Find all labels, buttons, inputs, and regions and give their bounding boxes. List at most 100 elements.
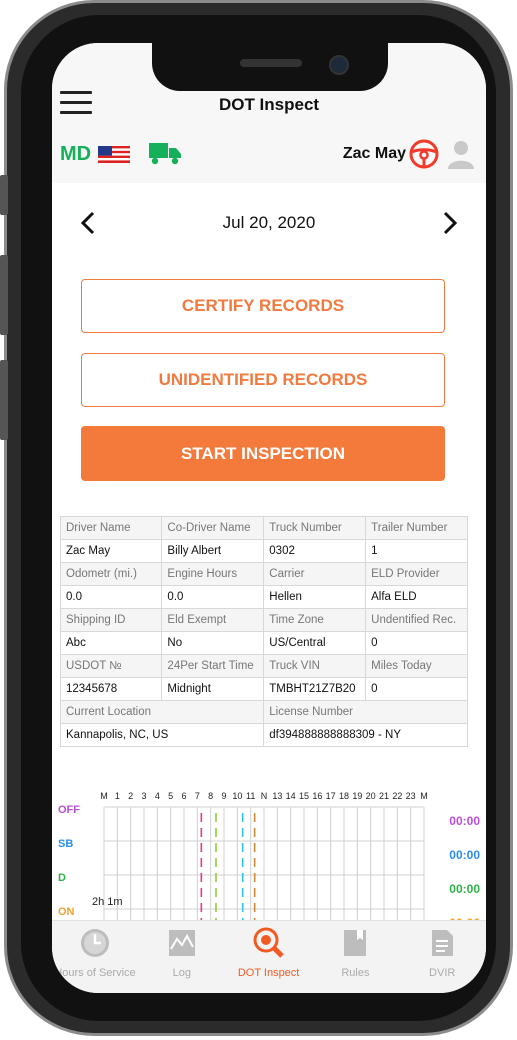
field-label: Miles Today	[365, 654, 468, 678]
field-label: Odometr (mi.)	[59, 562, 163, 586]
front-camera	[329, 55, 349, 75]
field-label: Current Location	[59, 700, 265, 724]
field-value: No	[161, 631, 265, 655]
field-label: License Number	[263, 700, 468, 724]
field-label: Trailer Number	[365, 516, 468, 540]
field-value: Hellen	[263, 585, 367, 609]
us-flag-icon	[98, 146, 130, 163]
truck-icon	[149, 143, 181, 165]
field-value: 0302	[263, 539, 367, 563]
hour-tick-label: 18	[339, 791, 349, 801]
field-label: Driver Name	[59, 516, 163, 540]
table-row: Zac May Billy Albert 0302 1	[59, 539, 468, 563]
document-icon	[432, 930, 454, 956]
log-grid-chart: M 1 2 3 4 5 6 7 8 9 10 11 N 13 14 15 16 17 18 19 20 21 22 23 MOF…	[58, 791, 480, 923]
status-total: 00:00	[449, 882, 480, 896]
field-value: Alfa ELD	[365, 585, 468, 609]
status-row-label: ON	[58, 906, 75, 918]
hour-tick-label: 6	[181, 791, 186, 801]
hour-tick-label: M	[100, 791, 108, 801]
field-label: Shipping ID	[59, 608, 163, 632]
segment-duration-label: 2h 1m	[92, 896, 123, 908]
field-value: Abc	[59, 631, 163, 655]
certify-records-button[interactable]: CERTIFY RECORDS	[81, 279, 445, 333]
field-label: Time Zone	[263, 608, 367, 632]
field-label: ELD Provider	[365, 562, 468, 586]
field-value: Zac May	[59, 539, 163, 563]
field-value: 0	[365, 631, 468, 655]
table-row: Abc No US/Central 0	[59, 631, 468, 655]
tab-label: Rules	[341, 967, 370, 979]
status-row-label: D	[58, 872, 66, 884]
field-value: Billy Albert	[161, 539, 265, 563]
driver-name: Zac May	[342, 145, 406, 162]
date-navigator: Jul 20, 2020	[52, 203, 486, 243]
field-label: USDOT №	[59, 654, 163, 678]
field-label: Undentified Rec.	[365, 608, 468, 632]
field-value: Kannapolis, NC, US	[59, 723, 265, 747]
steering-wheel-icon[interactable]	[408, 138, 440, 170]
volume-up-button	[0, 255, 8, 335]
field-value: Midnight	[161, 677, 265, 701]
next-day-icon[interactable]	[442, 211, 458, 235]
region-code: MD	[60, 143, 92, 165]
field-value: 12345678	[59, 677, 163, 701]
status-total: 00:00	[449, 814, 480, 828]
field-label: Co-Driver Name	[161, 516, 265, 540]
field-value: 1	[365, 539, 468, 563]
start-inspection-button[interactable]: START INSPECTION	[81, 426, 445, 481]
field-label: Eld Exempt	[161, 608, 265, 632]
table-row: Current Location License Number	[59, 700, 468, 724]
hour-tick-label: N	[261, 791, 268, 801]
hour-tick-label: 16	[312, 791, 322, 801]
hour-tick-label: 1	[115, 791, 120, 801]
hour-tick-label: 13	[272, 791, 282, 801]
hour-tick-label: 17	[326, 791, 336, 801]
tab-label: DOT Inspect	[237, 967, 300, 979]
chart-icon	[168, 930, 195, 956]
speaker	[240, 59, 302, 67]
hour-tick-label: 2	[128, 791, 133, 801]
field-value: US/Central	[263, 631, 367, 655]
field-label: 24Per Start Time	[161, 654, 265, 678]
hour-tick-label: 8	[208, 791, 213, 801]
hour-tick-label: 21	[379, 791, 389, 801]
hour-tick-label: 19	[352, 791, 362, 801]
hour-tick-label: 5	[168, 791, 173, 801]
field-value: TMBHT21Z7B20	[263, 677, 367, 701]
table-row: Odometr (mi.) Engine Hours Carrier ELD Prov…	[59, 562, 468, 586]
hour-tick-label: 9	[221, 791, 226, 801]
clock-icon	[81, 929, 109, 957]
co-driver-icon[interactable]	[446, 138, 476, 170]
field-label: Truck Number	[263, 516, 367, 540]
inspect-icon	[253, 927, 284, 958]
hour-tick-label: 11	[246, 791, 255, 801]
book-icon	[344, 930, 367, 956]
table-row: USDOT № 24Per Start Time Truck VIN Miles To…	[59, 654, 468, 678]
mute-switch	[0, 175, 8, 215]
hour-tick-label: 7	[195, 791, 200, 801]
tab-label: DVIR	[429, 967, 456, 979]
app-screen: DOT Inspect MD Zac May Jul 20, 2020 CERT…	[52, 43, 486, 993]
table-row: Shipping ID Eld Exempt Time Zone Undentifie…	[59, 608, 468, 632]
hour-tick-label: 3	[141, 791, 146, 801]
table-row: Driver Name Co-Driver Name Truck Number Tra…	[59, 516, 468, 540]
field-label: Truck VIN	[263, 654, 367, 678]
hour-tick-label: 4	[155, 791, 160, 801]
notch	[152, 43, 388, 91]
hour-tick-label: 15	[299, 791, 309, 801]
hour-tick-label: 10	[232, 791, 242, 801]
field-value: 0.0	[161, 585, 265, 609]
unidentified-records-button[interactable]: UNIDENTIFIED RECORDS	[81, 353, 445, 407]
page-title: DOT Inspect	[218, 95, 320, 114]
hour-tick-label: 14	[286, 791, 296, 801]
hour-tick-label: 23	[406, 791, 416, 801]
status-total: 00:00	[449, 848, 480, 862]
table-row: 12345678 Midnight TMBHT21Z7B20 0	[59, 677, 468, 701]
table-row: Kannapolis, NC, US df394888888888309 - NY	[59, 723, 468, 747]
field-value: df394888888888309 - NY	[263, 723, 468, 747]
field-value: 0.0	[59, 585, 163, 609]
field-label: Carrier	[263, 562, 367, 586]
tab-label: Log	[172, 967, 191, 979]
tab-label: Hours of Service	[54, 967, 136, 979]
